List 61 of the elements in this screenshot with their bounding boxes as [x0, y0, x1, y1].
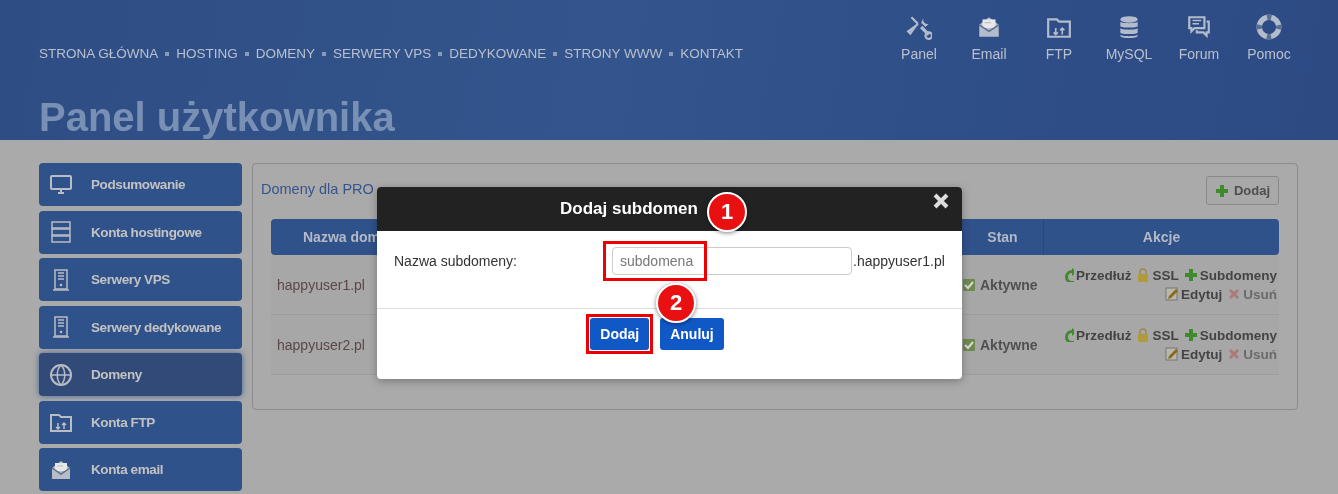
quick-link[interactable]: Panel [884, 14, 954, 62]
step-badge: 2 [656, 283, 696, 323]
status-text: Aktywne [980, 336, 1038, 353]
action-link[interactable]: Edytuj [1165, 286, 1223, 302]
nav-link[interactable]: KONTAKT [680, 46, 744, 61]
column-header: Stan [986, 228, 1019, 247]
cross-icon [1227, 347, 1242, 361]
nav-link[interactable]: SERWERY VPS [333, 46, 432, 61]
add-button[interactable]: Dodaj [1205, 176, 1279, 205]
sidebar-item[interactable]: Konta hostingowe [39, 210, 242, 254]
nav-link[interactable]: DEDYKOWANE [449, 46, 547, 61]
cross-icon [1227, 287, 1242, 301]
sidebar-item[interactable]: Serwery VPS [39, 258, 242, 301]
globe-icon [49, 362, 73, 387]
lifebuoy-icon [1256, 14, 1282, 40]
panel-title: Domeny dla PRO [261, 181, 374, 197]
action-link[interactable]: SSL [1136, 267, 1179, 283]
monitor-icon [49, 172, 73, 197]
dialog-title: Dodaj subdomen [560, 199, 698, 219]
subdomain-field[interactable]: subdomena [612, 246, 852, 275]
plus-icon [1214, 183, 1229, 198]
action-link[interactable]: Przedłuż [1059, 267, 1132, 283]
quick-link[interactable]: FTP [1024, 14, 1094, 62]
quick-link[interactable]: Pomoc [1234, 14, 1304, 62]
dialog-button[interactable]: Dodaj [590, 318, 650, 350]
action-link[interactable]: Subdomeny [1183, 267, 1277, 283]
sidebar-item[interactable]: Podsumowanie [39, 163, 242, 206]
server-rack-icon [49, 220, 73, 244]
sidebar-item[interactable]: Domeny [39, 353, 242, 396]
plus-icon [1183, 268, 1198, 282]
pencil-icon [1165, 287, 1179, 301]
quick-link[interactable]: MySQL [1094, 14, 1164, 62]
domain-suffix: .happyuser1.pl [853, 252, 945, 269]
domain-cell: happyuser2.pl [277, 336, 365, 353]
action-link[interactable]: Przedłuż [1059, 327, 1132, 343]
dialog-button[interactable]: Anuluj [660, 318, 724, 350]
nav-link[interactable]: DOMENY [255, 46, 316, 61]
domain-cell: happyuser1.pl [277, 276, 365, 293]
quick-link[interactable]: Forum [1164, 14, 1234, 62]
quick-link[interactable]: Email [954, 14, 1024, 62]
checkbox-icon [962, 337, 976, 352]
nav-link[interactable]: STRONY WWW [564, 46, 663, 61]
page-title: Panel użytkownika [39, 94, 396, 140]
tools-icon [906, 14, 932, 40]
padlock-icon [1136, 268, 1151, 282]
nav-link[interactable]: HOSTING [176, 46, 238, 61]
plus-icon [1183, 328, 1198, 342]
close-button[interactable] [932, 192, 950, 210]
checkbox-icon [962, 277, 976, 292]
sidebar-item[interactable]: Konta FTP [39, 400, 242, 444]
action-link[interactable]: SSL [1136, 327, 1179, 343]
status-text: Aktywne [980, 276, 1038, 293]
nav-link[interactable]: STRONA GŁÓWNA [39, 46, 159, 61]
field-label: Nazwa subdomeny: [394, 252, 518, 269]
action-link[interactable]: Edytuj [1165, 346, 1223, 362]
sidebar-item[interactable]: Serwery dedykowane [39, 305, 242, 349]
action-link[interactable]: Subdomeny [1183, 327, 1277, 343]
pencil-icon [1165, 347, 1179, 361]
padlock-icon [1136, 328, 1151, 342]
sidebar-item[interactable]: Konta email [39, 448, 242, 491]
chat-icon [1186, 14, 1212, 40]
